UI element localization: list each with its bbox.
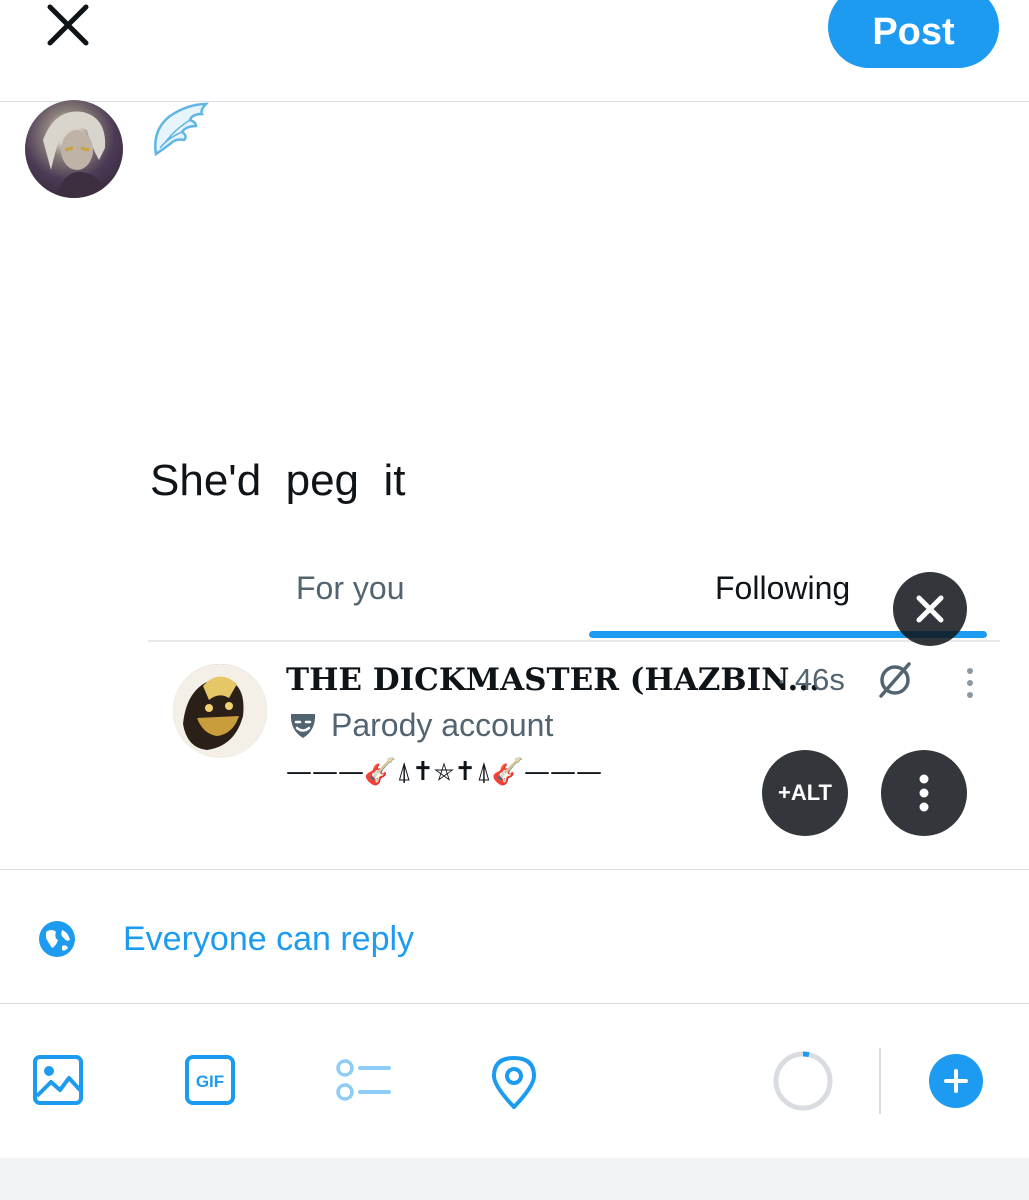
close-icon	[47, 4, 89, 46]
add-post-button[interactable]	[929, 1054, 983, 1108]
tab-following[interactable]: Following	[715, 570, 850, 607]
location-icon	[492, 1056, 536, 1109]
user-avatar[interactable]	[25, 100, 123, 198]
reply-settings-button[interactable]: Everyone can reply	[123, 920, 414, 959]
globe-icon	[38, 920, 76, 958]
more-icon	[960, 665, 980, 701]
account-bio: ———🎸⍋✝⛤✝⍋🎸———	[286, 757, 603, 787]
parody-mask-icon	[288, 710, 318, 740]
poll-icon	[336, 1059, 391, 1101]
media-divider	[0, 869, 1029, 870]
gif-label: GIF	[196, 1072, 224, 1091]
plus-icon	[944, 1069, 968, 1093]
post-button[interactable]: Post	[828, 0, 999, 68]
grok-icon	[875, 660, 915, 700]
parody-label: Parody account	[331, 707, 554, 743]
image-icon	[33, 1055, 83, 1105]
character-count-ring	[772, 1050, 834, 1112]
toolbar-divider	[0, 1003, 1029, 1004]
account-name: THE DICKMASTER (HAZBIN...	[286, 662, 820, 698]
poll-button[interactable]	[334, 1054, 391, 1106]
remove-media-button[interactable]	[893, 572, 967, 646]
post-time: · 46s	[776, 662, 845, 697]
tweet-text[interactable]: She'd peg it	[150, 456, 405, 506]
wing-emoji	[150, 100, 210, 160]
location-button[interactable]	[488, 1054, 540, 1109]
gif-button[interactable]: GIF	[184, 1054, 236, 1106]
close-icon	[916, 595, 944, 623]
image-button[interactable]	[32, 1054, 84, 1106]
account-avatar	[173, 664, 267, 758]
toolbar-separator	[879, 1048, 881, 1114]
gif-icon: GIF	[185, 1055, 235, 1105]
keyboard-strip	[0, 1158, 1029, 1200]
more-vertical-icon	[919, 774, 929, 812]
media-options-button[interactable]	[881, 750, 967, 836]
avatar-art	[43, 111, 109, 198]
tab-for-you[interactable]: For you	[296, 570, 404, 607]
close-button[interactable]	[40, 0, 96, 50]
add-alt-text-button[interactable]: +ALT	[762, 750, 848, 836]
tabs-divider	[148, 640, 1000, 642]
